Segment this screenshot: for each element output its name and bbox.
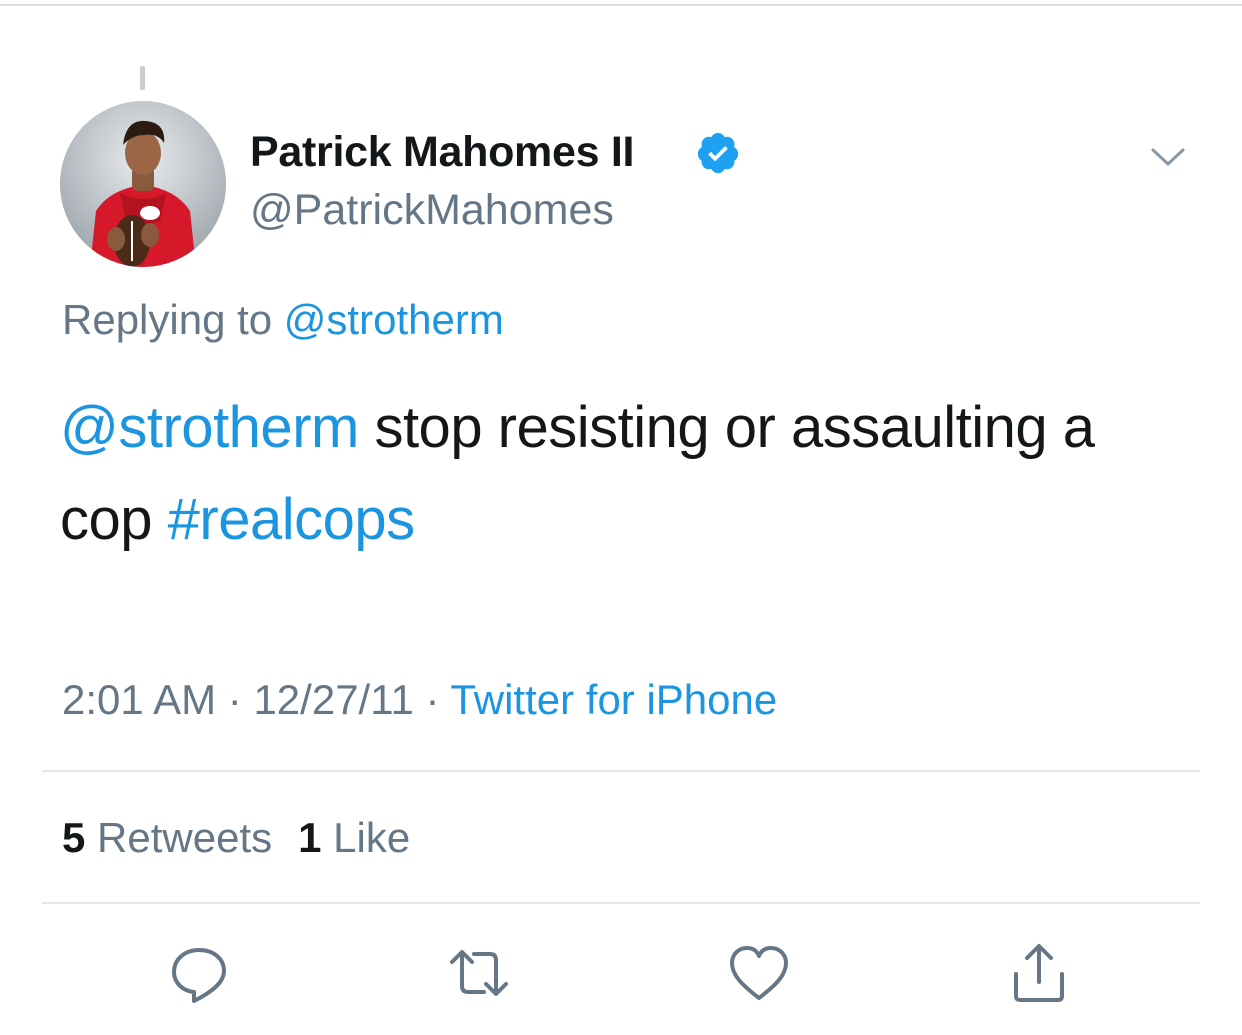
replying-to-line: Replying to @strotherm bbox=[62, 296, 504, 344]
profile-photo-icon bbox=[60, 101, 226, 267]
author-display-name[interactable]: Patrick Mahomes II bbox=[250, 128, 634, 176]
meta-separator: · bbox=[425, 676, 440, 723]
likes-count: 1 bbox=[298, 814, 322, 861]
share-icon[interactable] bbox=[1004, 938, 1074, 1008]
likes-label: Like bbox=[333, 814, 411, 861]
avatar[interactable] bbox=[60, 101, 226, 267]
tweet-meta: 2:01 AM · 12/27/11 · Twitter for iPhone bbox=[62, 676, 777, 724]
verified-badge-icon bbox=[697, 132, 739, 174]
tweet-time: 2:01 AM bbox=[62, 676, 217, 723]
reply-icon[interactable] bbox=[164, 938, 234, 1008]
top-divider bbox=[0, 4, 1242, 6]
tweet-stats: 5 Retweets 1 Like bbox=[62, 814, 410, 862]
heart-icon[interactable] bbox=[724, 938, 794, 1008]
divider bbox=[42, 770, 1200, 772]
retweets-label: Retweets bbox=[97, 814, 273, 861]
retweets-stat[interactable]: 5 Retweets bbox=[62, 814, 272, 861]
tweet-source-link[interactable]: Twitter for iPhone bbox=[450, 676, 777, 723]
tweet-text: @strotherm stop resisting or assaulting … bbox=[60, 382, 1200, 566]
author-handle[interactable]: @PatrickMahomes bbox=[250, 186, 614, 234]
thread-connector-line bbox=[140, 66, 145, 90]
tweet-date: 12/27/11 bbox=[253, 676, 414, 723]
chevron-down-icon[interactable] bbox=[1147, 140, 1189, 174]
divider bbox=[42, 902, 1200, 904]
likes-stat[interactable]: 1 Like bbox=[298, 814, 410, 861]
replying-to-handle-link[interactable]: @strotherm bbox=[284, 296, 504, 343]
hashtag-link[interactable]: #realcops bbox=[168, 487, 415, 552]
retweets-count: 5 bbox=[62, 814, 86, 861]
mention-link[interactable]: @strotherm bbox=[60, 395, 359, 460]
meta-separator: · bbox=[227, 676, 242, 723]
retweet-icon[interactable] bbox=[444, 938, 514, 1008]
replying-to-prefix: Replying to bbox=[62, 296, 273, 343]
